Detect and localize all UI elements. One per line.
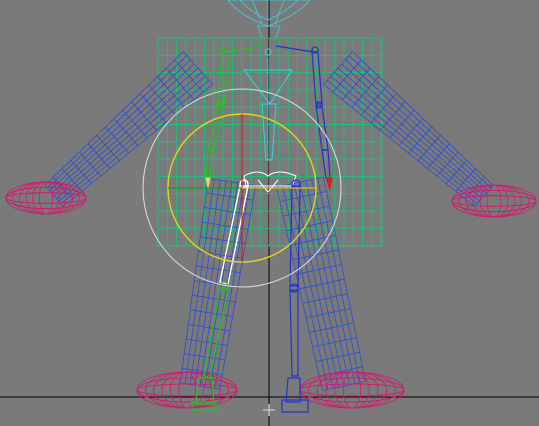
right-foot-mesh[interactable]: [299, 371, 405, 409]
rotate-gizmo[interactable]: [142, 88, 342, 288]
left-arm-mesh[interactable]: [44, 51, 213, 207]
viewport-scene[interactable]: [0, 0, 539, 426]
pivot-markers: [263, 404, 275, 416]
left-finger-bone[interactable]: [205, 177, 211, 189]
right-hand-mesh[interactable]: [451, 184, 537, 218]
left-shin-bone[interactable]: [191, 281, 229, 411]
3d-viewport[interactable]: [0, 0, 539, 426]
right-arm-bones[interactable]: [311, 46, 331, 179]
left-arm-bones[interactable]: [205, 46, 231, 181]
torso-mesh[interactable]: [157, 37, 383, 247]
right-finger-bone[interactable]: [325, 177, 333, 191]
right-arm-mesh[interactable]: [323, 51, 494, 207]
left-foot-mesh[interactable]: [136, 371, 238, 409]
